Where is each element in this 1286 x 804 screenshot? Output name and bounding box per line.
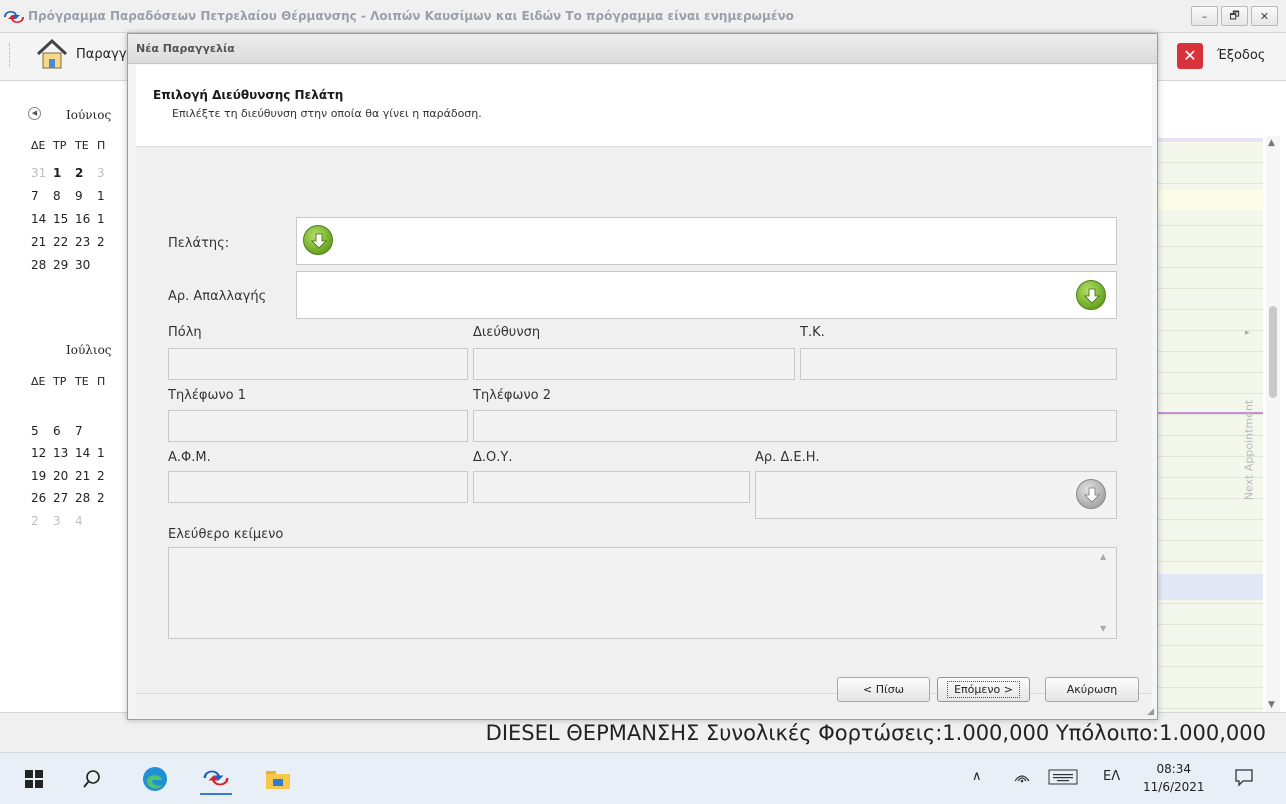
dialog-title-bar[interactable]: Νέα Παραγγελία (128, 34, 1157, 64)
customer-label: Πελάτης: (168, 236, 230, 251)
address-label: Διεύθυνση (473, 325, 541, 340)
main-title-bar: Πρόγραμμα Παραδόσεων Πετρελαίου Θέρμανση… (0, 0, 1286, 33)
calendar-weekday-header: ΔΕ ΤΡ ΤΕ Π (31, 139, 106, 152)
next-button[interactable]: Επόμενο > (937, 677, 1030, 702)
wizard-step-subtitle: Επιλέξτε τη διεύθυνση στην οποία θα γίνε… (172, 107, 482, 120)
search-icon[interactable] (76, 763, 108, 795)
close-window-button[interactable]: ✕ (1251, 6, 1278, 26)
calendar-week[interactable]: 31 1 2 3 (31, 166, 119, 180)
input-language-indicator[interactable]: ΕΛ (1103, 769, 1120, 784)
postal-code-label: Τ.Κ. (800, 325, 825, 340)
file-explorer-icon[interactable] (262, 763, 294, 795)
dei-lookup-arrow-icon (1076, 479, 1106, 509)
phone2-label: Τηλέφωνο 2 (473, 388, 551, 403)
doy-label: Δ.Ο.Υ. (473, 450, 513, 465)
postal-code-field[interactable] (800, 348, 1117, 380)
minimize-button[interactable]: – (1191, 6, 1218, 26)
fuel-status-text: DIESEL ΘΕΡΜΑΝΣΗΣ Συνολικές Φορτώσεις:1.0… (485, 721, 1266, 745)
window-title: Πρόγραμμα Παραδόσεων Πετρελαίου Θέρμανση… (28, 9, 794, 23)
free-text-label: Ελεύθερο κείμενο (168, 527, 284, 542)
app-logo-icon (4, 11, 24, 23)
clock-date: 11/6/2021 (1143, 780, 1205, 794)
city-label: Πόλη (168, 325, 202, 340)
wizard-step-title: Επιλογή Διεύθυνσης Πελάτη (153, 88, 344, 102)
dei-number-label: Αρ. Δ.Ε.Η. (755, 450, 820, 465)
wizard-header: Επιλογή Διεύθυνσης Πελάτη Επιλέξτε τη δι… (136, 65, 1152, 147)
doy-field[interactable] (473, 471, 750, 503)
scroll-down-icon[interactable]: ▼ (1268, 700, 1275, 710)
city-field[interactable] (168, 348, 468, 380)
taskbar-clock[interactable]: 08:34 11/6/2021 (1143, 760, 1205, 796)
phone1-label: Τηλέφωνο 1 (168, 388, 246, 403)
home-icon[interactable] (34, 36, 70, 72)
calendar-week[interactable]: 234 (31, 514, 119, 528)
exit-icon[interactable]: ✕ (1177, 43, 1203, 69)
dei-number-field[interactable] (755, 471, 1117, 519)
exemption-number-label: Αρ. Απαλλαγής (168, 289, 267, 304)
calendar-week[interactable]: 7891 (31, 189, 119, 203)
calendar-week[interactable]: 14 15 16 1 (31, 212, 119, 226)
new-order-dialog: Νέα Παραγγελία Επιλογή Διεύθυνσης Πελάτη… (127, 33, 1158, 720)
touch-keyboard-icon[interactable] (1048, 769, 1078, 789)
wizard-body: Πελάτης: Αρ. Απαλλαγής Πόλη Διεύθυνση Τ.… (136, 147, 1152, 717)
free-text-area[interactable] (168, 547, 1117, 639)
cancel-button[interactable]: Ακύρωση (1045, 677, 1139, 702)
calendar-week[interactable]: 12 13 14 1 (31, 446, 119, 460)
toolbar-grip[interactable] (9, 43, 12, 67)
exemption-lookup-arrow-icon[interactable] (1076, 280, 1106, 310)
clock-time: 08:34 (1156, 762, 1192, 776)
restore-button[interactable]: 🗗 (1221, 6, 1248, 26)
calendar-panel: ◀ Ιούνιος ΔΕ ΤΡ ΤΕ Π 31 1 2 3 7891 14 15 16 1 21 2… (0, 82, 128, 712)
windows-taskbar: ∧ ΕΛ 08:34 11/6/2021 (0, 752, 1286, 804)
resize-grip-icon[interactable]: ◢ (1147, 707, 1154, 717)
afm-label: Α.Φ.Μ. (168, 450, 211, 465)
edge-browser-icon[interactable] (139, 763, 171, 795)
calendar-week[interactable]: 26 27 28 2 (31, 491, 119, 505)
previous-month-icon[interactable]: ◀ (28, 107, 41, 120)
textarea-scroll-down-icon[interactable]: ▼ (1100, 624, 1106, 633)
textarea-scroll-up-icon[interactable]: ▲ (1100, 552, 1106, 561)
exit-button-label[interactable]: Έξοδος (1217, 48, 1265, 63)
wifi-icon[interactable] (1013, 769, 1031, 787)
windows-start-icon[interactable] (18, 763, 50, 795)
orders-toolbar-label[interactable]: Παραγγ (76, 47, 127, 62)
next-appointment-button[interactable]: Next Appointment (1239, 330, 1259, 570)
exemption-number-field[interactable] (296, 271, 1117, 319)
afm-field[interactable] (168, 471, 468, 503)
calendar-week[interactable]: 19 20 21 2 (31, 469, 119, 483)
calendar-week[interactable]: 28 29 30 (31, 258, 119, 272)
schedule-selected-slot (1156, 574, 1263, 600)
schedule-current-slot (1156, 190, 1263, 210)
scroll-up-icon[interactable]: ▲ (1268, 138, 1275, 148)
scrollbar-thumb[interactable] (1269, 306, 1277, 398)
calendar-month-june: Ιούνιος (66, 108, 112, 122)
back-button[interactable]: < Πίσω (837, 677, 930, 702)
delivery-app-icon[interactable] (200, 763, 232, 795)
address-field[interactable] (473, 348, 795, 380)
phone2-field[interactable] (473, 410, 1117, 442)
calendar-week[interactable]: 21 22 23 2 (31, 235, 119, 249)
schedule-scrollbar[interactable]: ▲ ▼ (1266, 136, 1280, 712)
calendar-weekday-header: ΔΕ ΤΡ ΤΕ Π (31, 375, 106, 388)
notifications-icon[interactable] (1234, 767, 1254, 791)
show-hidden-icons-icon[interactable]: ∧ (972, 769, 982, 784)
dialog-title: Νέα Παραγγελία (136, 42, 235, 55)
calendar-week[interactable]: 567 (31, 424, 119, 438)
calendar-month-july: Ιούλιος (66, 343, 112, 357)
phone1-field[interactable] (168, 410, 468, 442)
customer-lookup-arrow-icon[interactable] (303, 225, 333, 255)
customer-field[interactable] (296, 217, 1117, 265)
next-button-label: Επόμενο > (947, 681, 1020, 698)
